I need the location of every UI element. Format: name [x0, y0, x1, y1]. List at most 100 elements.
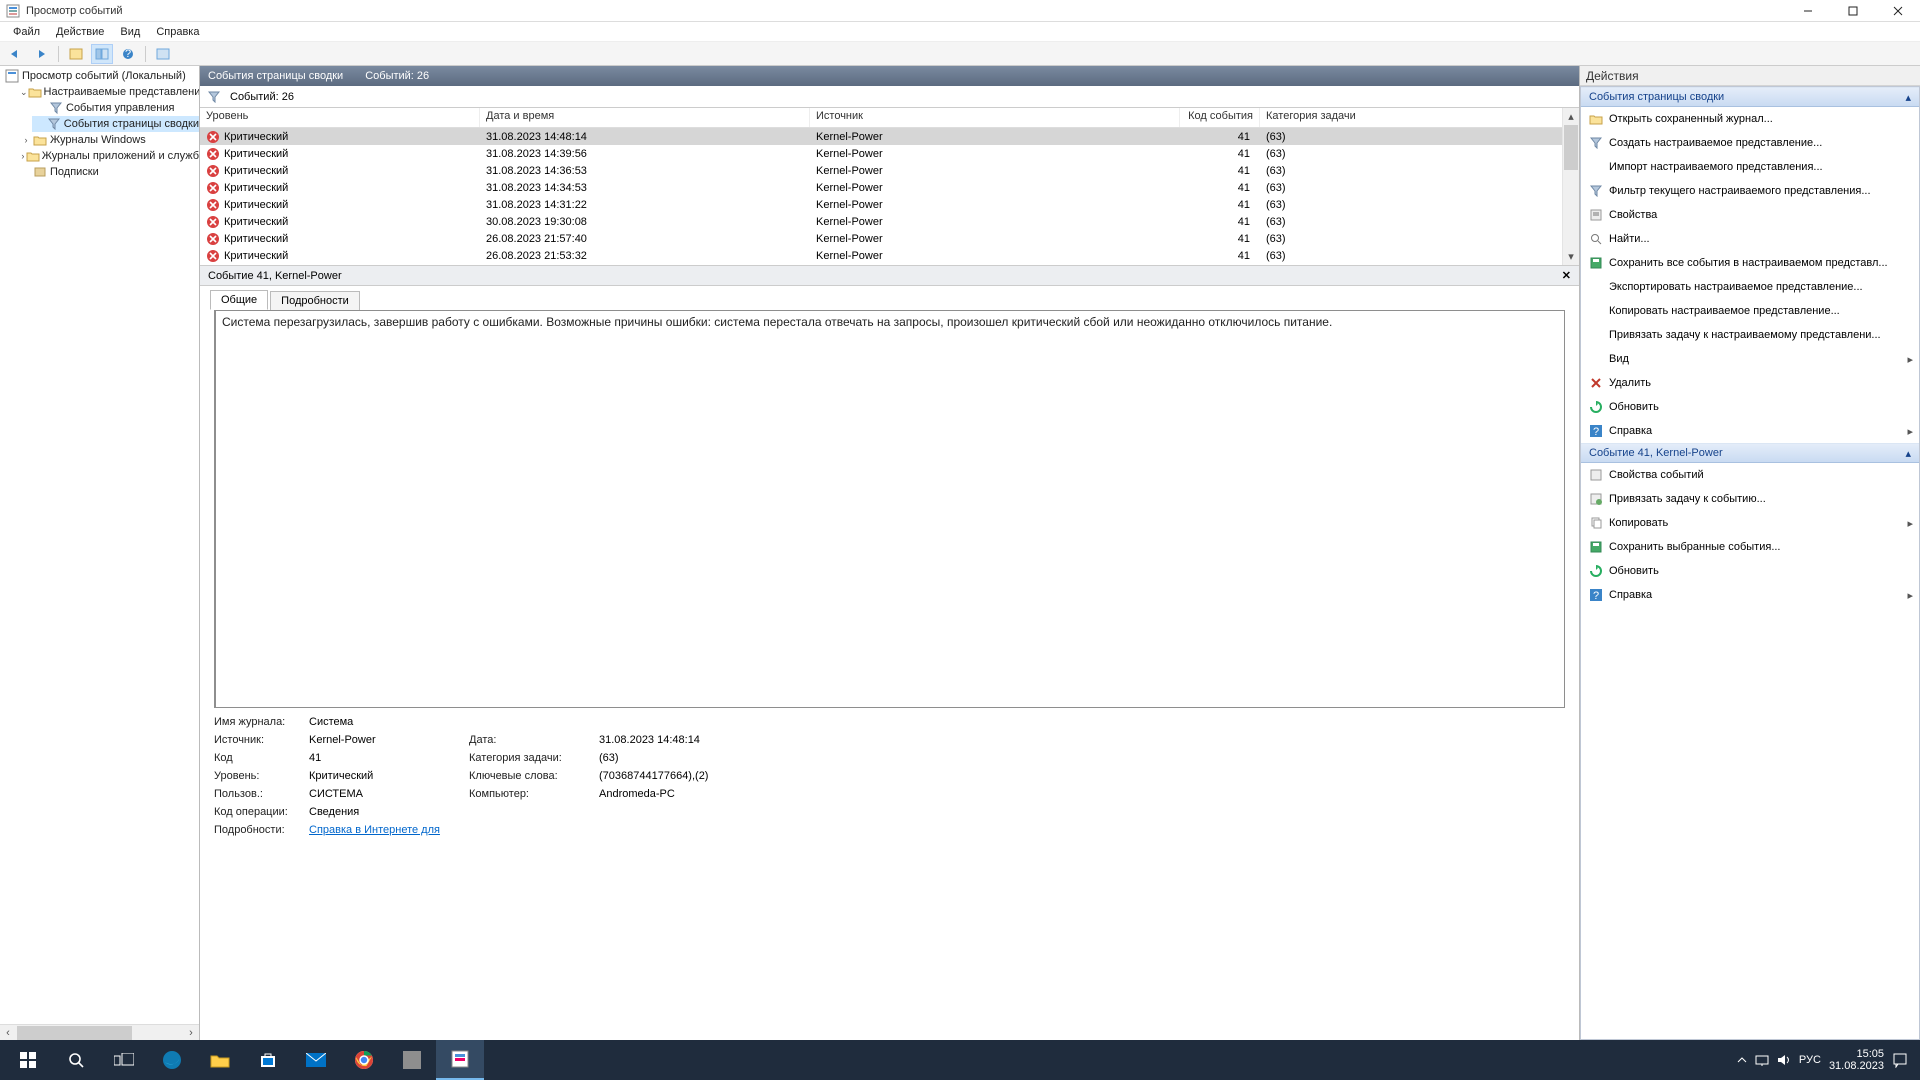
- action-item[interactable]: Фильтр текущего настраиваемого представл…: [1581, 179, 1919, 203]
- notifications-icon[interactable]: [1892, 1052, 1908, 1068]
- tree-admin-events[interactable]: События управления: [32, 100, 199, 116]
- action-item[interactable]: Копировать настраиваемое представление..…: [1581, 299, 1919, 323]
- action-refresh[interactable]: Обновить: [1581, 395, 1919, 419]
- tree-root[interactable]: Просмотр событий (Локальный): [0, 68, 199, 84]
- actions-group-header[interactable]: События страницы сводки ▴: [1581, 87, 1919, 107]
- action-label: Свойства событий: [1609, 469, 1704, 481]
- action-view[interactable]: Вид ▸: [1581, 347, 1919, 371]
- action-item[interactable]: Копировать▸: [1581, 511, 1919, 535]
- maximize-button[interactable]: [1830, 0, 1875, 22]
- nav-back-button[interactable]: [4, 44, 26, 64]
- event-row[interactable]: Критический26.08.2023 21:57:40Kernel-Pow…: [200, 230, 1579, 247]
- event-row[interactable]: Критический31.08.2023 14:34:53Kernel-Pow…: [200, 179, 1579, 196]
- folder-icon: [28, 86, 42, 98]
- event-row[interactable]: Критический30.08.2023 19:30:08Kernel-Pow…: [200, 213, 1579, 230]
- expand-icon[interactable]: ›: [20, 134, 32, 146]
- action-item[interactable]: Экспортировать настраиваемое представлен…: [1581, 275, 1919, 299]
- action-item[interactable]: Создать настраиваемое представление...: [1581, 131, 1919, 155]
- action-item[interactable]: Открыть сохраненный журнал...: [1581, 107, 1919, 131]
- tree-windows-logs[interactable]: › Журналы Windows: [16, 132, 199, 148]
- col-task[interactable]: Категория задачи: [1260, 108, 1579, 127]
- filter-row: Событий: 26: [200, 86, 1579, 108]
- panel-toggle-button[interactable]: [91, 44, 113, 64]
- help-button[interactable]: ?: [117, 44, 139, 64]
- tree-app-service-logs[interactable]: › Журналы приложений и служб: [16, 148, 199, 164]
- scrollbar-thumb[interactable]: [1564, 125, 1578, 170]
- error-icon: [206, 266, 220, 267]
- menu-file[interactable]: Файл: [6, 24, 47, 40]
- nav-forward-button[interactable]: [30, 44, 52, 64]
- action-item[interactable]: Найти...: [1581, 227, 1919, 251]
- prop-key: Имя журнала:: [214, 716, 309, 728]
- tree-custom-views[interactable]: ⌄ Настраиваемые представления: [16, 84, 199, 100]
- minimize-button[interactable]: [1785, 0, 1830, 22]
- col-level[interactable]: Уровень: [200, 108, 480, 127]
- col-source[interactable]: Источник: [810, 108, 1180, 127]
- action-item[interactable]: Привязать задачу к событию...: [1581, 487, 1919, 511]
- event-row[interactable]: Критический31.08.2023 14:36:53Kernel-Pow…: [200, 162, 1579, 179]
- tab-details[interactable]: Подробности: [270, 291, 360, 310]
- taskbar-clock[interactable]: 15:05 31.08.2023: [1829, 1048, 1884, 1072]
- taskbar-chrome[interactable]: [340, 1040, 388, 1080]
- extra-button[interactable]: [152, 44, 174, 64]
- action-item[interactable]: Обновить: [1581, 559, 1919, 583]
- tray-chevron-icon[interactable]: [1737, 1055, 1747, 1065]
- search-button[interactable]: [52, 1040, 100, 1080]
- taskbar-edge[interactable]: [148, 1040, 196, 1080]
- scrollbar-thumb[interactable]: [17, 1026, 132, 1040]
- scroll-up-icon[interactable]: ▴: [1563, 108, 1579, 125]
- action-item[interactable]: Свойства: [1581, 203, 1919, 227]
- scroll-right-icon[interactable]: ›: [183, 1026, 199, 1040]
- grid-headers[interactable]: Уровень Дата и время Источник Код событи…: [200, 108, 1579, 128]
- event-row[interactable]: Критический31.08.2023 14:31:22Kernel-Pow…: [200, 196, 1579, 213]
- action-item[interactable]: ?Справка▸: [1581, 583, 1919, 607]
- tree-subscriptions[interactable]: Подписки: [16, 164, 199, 180]
- grid-v-scrollbar[interactable]: ▴ ▾: [1562, 108, 1579, 265]
- action-help[interactable]: ? Справка ▸: [1581, 419, 1919, 443]
- actions-group-header[interactable]: Событие 41, Kernel-Power ▴: [1581, 443, 1919, 463]
- action-item[interactable]: Сохранить все события в настраиваемом пр…: [1581, 251, 1919, 275]
- taskbar-store[interactable]: [244, 1040, 292, 1080]
- col-datetime[interactable]: Дата и время: [480, 108, 810, 127]
- start-button[interactable]: [4, 1040, 52, 1080]
- action-item[interactable]: Привязать задачу к настраиваемому предст…: [1581, 323, 1919, 347]
- action-label: Открыть сохраненный журнал...: [1609, 113, 1773, 125]
- action-item[interactable]: Свойства событий: [1581, 463, 1919, 487]
- menu-view[interactable]: Вид: [113, 24, 147, 40]
- collapse-icon[interactable]: ⌄: [20, 86, 28, 98]
- event-row[interactable]: Критический26.08.2023 21:47:46Kernel-Pow…: [200, 264, 1579, 266]
- prop-key: Категория задачи:: [469, 752, 599, 764]
- taskbar-explorer[interactable]: [196, 1040, 244, 1080]
- taskbar-app[interactable]: [388, 1040, 436, 1080]
- volume-icon[interactable]: [1777, 1054, 1791, 1066]
- scroll-down-icon[interactable]: ▾: [1563, 248, 1579, 265]
- action-item[interactable]: Сохранить выбранные события...: [1581, 535, 1919, 559]
- collapse-icon[interactable]: ▴: [1905, 91, 1911, 104]
- taskview-button[interactable]: [100, 1040, 148, 1080]
- menu-action[interactable]: Действие: [49, 24, 111, 40]
- tree-h-scrollbar[interactable]: ‹ ›: [0, 1024, 199, 1040]
- tree-summary-events[interactable]: События страницы сводки: [32, 116, 199, 132]
- col-code[interactable]: Код события: [1180, 108, 1260, 127]
- close-button[interactable]: [1875, 0, 1920, 22]
- system-tray[interactable]: РУС 15:05 31.08.2023: [1729, 1048, 1916, 1072]
- tab-general[interactable]: Общие: [210, 290, 268, 310]
- event-row[interactable]: Критический31.08.2023 14:39:56Kernel-Pow…: [200, 145, 1579, 162]
- lang-indicator[interactable]: РУС: [1799, 1054, 1821, 1066]
- action-icon: [1587, 185, 1605, 197]
- online-help-link[interactable]: Справка в Интернете для: [309, 824, 440, 836]
- show-tree-button[interactable]: [65, 44, 87, 64]
- taskbar-eventviewer[interactable]: [436, 1040, 484, 1080]
- tree-pane: Просмотр событий (Локальный) ⌄ Настраива…: [0, 66, 200, 1040]
- toolbar: ?: [0, 42, 1920, 66]
- scroll-left-icon[interactable]: ‹: [0, 1026, 16, 1040]
- network-icon[interactable]: [1755, 1054, 1769, 1066]
- collapse-icon[interactable]: ▴: [1905, 447, 1911, 460]
- detail-close-icon[interactable]: ✕: [1562, 269, 1571, 282]
- event-row[interactable]: Критический31.08.2023 14:48:14Kernel-Pow…: [200, 128, 1579, 145]
- action-item[interactable]: Импорт настраиваемого представления...: [1581, 155, 1919, 179]
- action-delete[interactable]: Удалить: [1581, 371, 1919, 395]
- menu-help[interactable]: Справка: [149, 24, 206, 40]
- event-row[interactable]: Критический26.08.2023 21:53:32Kernel-Pow…: [200, 247, 1579, 264]
- taskbar-mail[interactable]: [292, 1040, 340, 1080]
